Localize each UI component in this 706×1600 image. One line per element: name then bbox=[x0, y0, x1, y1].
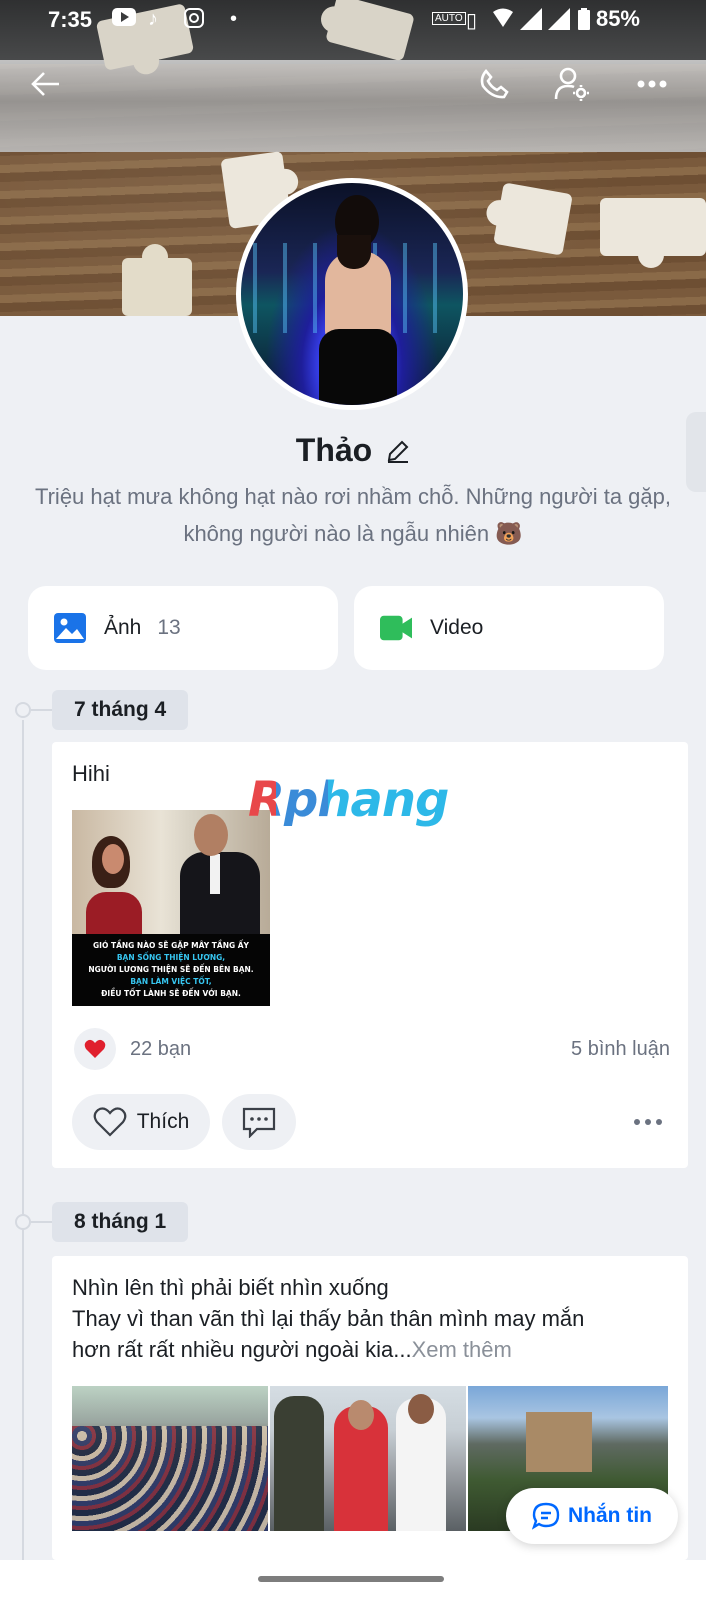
post-text: Hihi bbox=[72, 761, 110, 786]
puzzle-piece bbox=[600, 198, 706, 268]
profile-settings-button[interactable] bbox=[548, 62, 596, 106]
post-actions: Thích bbox=[72, 1094, 668, 1150]
timeline-line bbox=[22, 720, 24, 1600]
caption-line: BẠN SỐNG THIỆN LƯƠNG, bbox=[116, 953, 226, 962]
chat-bubble-icon bbox=[532, 1502, 560, 1530]
instagram-icon bbox=[184, 8, 204, 34]
caption-line: NGƯỜI LƯƠNG THIỆN SẼ ĐẾN BÊN BẠN. bbox=[88, 965, 254, 974]
photos-count: 13 bbox=[157, 616, 181, 639]
timeline-date: 8 tháng 1 bbox=[52, 1202, 189, 1242]
post-text-line-content: hơn rất rất nhiều người ngoài kia... bbox=[72, 1337, 412, 1362]
profile-bio: Triệu hạt mưa không hạt nào rơi nhầm chỗ… bbox=[34, 484, 671, 546]
puzzle-piece bbox=[493, 182, 573, 256]
signal-2-icon bbox=[548, 8, 570, 36]
profile-name: Thảo bbox=[295, 432, 373, 468]
comment-icon bbox=[242, 1107, 276, 1138]
status-time: 7:35 bbox=[48, 7, 93, 32]
videos-card[interactable]: Video bbox=[354, 586, 664, 670]
videos-label: Video bbox=[430, 616, 484, 639]
arrow-left-icon bbox=[31, 72, 59, 96]
like-label: Thích bbox=[136, 1110, 190, 1133]
pencil-icon bbox=[388, 440, 409, 464]
post-image[interactable]: GIÓ TẦNG NÀO SẼ GẶP MÂY TẦNG ẤY BẠN SỐNG… bbox=[72, 810, 270, 1006]
photos-label: Ảnh bbox=[104, 616, 142, 639]
signal-1-icon bbox=[520, 8, 542, 36]
caption-line: ĐIỀU TỐT LÀNH SẼ ĐẾN VỚI BẠN. bbox=[101, 989, 241, 998]
comments-count[interactable]: 5 bình luận bbox=[571, 1038, 670, 1061]
battery-icon bbox=[578, 8, 590, 36]
photos-card[interactable]: Ảnh 13 bbox=[28, 586, 338, 670]
user-settings-icon bbox=[554, 67, 589, 101]
caption-line: BẠN LÀM VIỆC TỐT, bbox=[130, 977, 212, 986]
timeline-dot bbox=[15, 1214, 53, 1230]
post-text-line: hơn rất rất nhiều người ngoài kia...Xem … bbox=[72, 1334, 672, 1365]
more-options-button[interactable] bbox=[628, 62, 676, 106]
avatar[interactable] bbox=[236, 178, 468, 410]
back-button[interactable] bbox=[22, 62, 70, 106]
tiktok-icon: ♪ bbox=[148, 8, 158, 30]
more-dots-icon bbox=[637, 80, 667, 88]
comment-button[interactable] bbox=[222, 1094, 296, 1150]
vibrate-icon: ▯ bbox=[466, 10, 478, 32]
caption-line: GIÓ TẦNG NÀO SẼ GẶP MÂY TẦNG ẤY bbox=[93, 941, 249, 950]
post-text: Nhìn lên thì phải biết nhìn xuống Thay v… bbox=[72, 1272, 672, 1365]
timeline-date: 7 tháng 4 bbox=[52, 690, 189, 730]
photo-icon bbox=[54, 613, 86, 643]
youtube-icon bbox=[112, 8, 136, 32]
reaction-summary[interactable]: 22 bạn 5 bình luận bbox=[74, 1028, 670, 1070]
message-button[interactable]: Nhắn tin bbox=[506, 1488, 678, 1544]
battery-percent: 85% bbox=[595, 6, 640, 31]
home-indicator[interactable] bbox=[258, 1576, 444, 1582]
cover-frame bbox=[0, 60, 706, 152]
heart-icon bbox=[74, 1028, 116, 1070]
timeline-dot bbox=[15, 702, 53, 718]
post-text-line: Nhìn lên thì phải biết nhìn xuống bbox=[72, 1275, 389, 1300]
likes-count: 22 bạn bbox=[130, 1037, 192, 1060]
puzzle-piece bbox=[122, 244, 192, 316]
like-button[interactable]: Thích bbox=[72, 1094, 210, 1150]
heart-outline-icon bbox=[93, 1107, 127, 1137]
image-caption: GIÓ TẦNG NÀO SẼ GẶP MÂY TẦNG ẤY BẠN SỐNG… bbox=[72, 934, 270, 1006]
profile-name-row: Thảo bbox=[0, 432, 706, 471]
edit-name-button[interactable] bbox=[386, 434, 410, 471]
avatar-person bbox=[315, 195, 401, 405]
post-photo[interactable] bbox=[72, 1386, 268, 1531]
message-button-label: Nhắn tin bbox=[568, 1504, 652, 1527]
call-button[interactable] bbox=[470, 62, 518, 106]
see-more-link[interactable]: Xem thêm bbox=[412, 1337, 512, 1362]
watermark-logo: Rphang bbox=[248, 772, 449, 828]
wifi-icon bbox=[492, 8, 514, 34]
auto-icon: AUTO bbox=[432, 12, 466, 25]
gesture-bar bbox=[0, 1560, 706, 1600]
phone-icon bbox=[480, 68, 509, 99]
notification-dot-icon: • bbox=[230, 8, 238, 30]
post-more-button[interactable] bbox=[634, 1119, 662, 1125]
post-text-line: Thay vì than vãn thì lại thấy bản thân m… bbox=[72, 1306, 585, 1331]
video-icon bbox=[380, 613, 412, 643]
status-bar: 7:35 ♪ • AUTO ▯ 85% bbox=[0, 0, 706, 40]
post-photo[interactable] bbox=[270, 1386, 466, 1531]
